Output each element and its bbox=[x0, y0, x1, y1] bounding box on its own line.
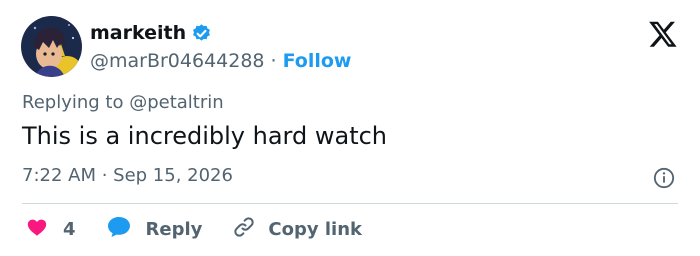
follow-button[interactable]: Follow bbox=[283, 50, 352, 72]
author-handle[interactable]: @marBr04644288 bbox=[90, 50, 265, 72]
divider bbox=[22, 203, 678, 204]
handle-row: @marBr04644288 · Follow bbox=[90, 48, 351, 74]
reply-context[interactable]: Replying to @petaltrin bbox=[22, 92, 224, 113]
tweet-timestamp[interactable]: 7:22 AM · Sep 15, 2026 bbox=[22, 165, 233, 186]
reply-label: Reply bbox=[145, 218, 203, 240]
reply-button[interactable]: Reply bbox=[106, 215, 203, 243]
avatar-image bbox=[21, 16, 82, 77]
like-button[interactable]: 4 bbox=[26, 216, 76, 242]
copy-link-button[interactable]: Copy link bbox=[232, 215, 362, 243]
like-count: 4 bbox=[63, 218, 76, 240]
speech-bubble-icon bbox=[106, 215, 132, 243]
author-info: markeith @marBr04644288 · Follow bbox=[90, 20, 351, 74]
tweet-card: markeith @marBr04644288 · Follow Replyin… bbox=[0, 0, 700, 256]
link-icon bbox=[232, 215, 256, 243]
separator-dot: · bbox=[270, 50, 277, 72]
verified-badge-icon bbox=[191, 23, 212, 44]
action-bar: 4 Reply Copy link bbox=[26, 214, 362, 244]
copy-link-label: Copy link bbox=[268, 218, 362, 240]
avatar[interactable] bbox=[21, 16, 82, 77]
info-icon[interactable] bbox=[653, 167, 675, 189]
name-row: markeith bbox=[90, 20, 351, 46]
display-name[interactable]: markeith bbox=[90, 22, 186, 44]
x-logo-icon[interactable] bbox=[648, 19, 678, 49]
tweet-text: This is a incredibly hard watch bbox=[22, 122, 388, 150]
heart-icon bbox=[26, 216, 48, 242]
